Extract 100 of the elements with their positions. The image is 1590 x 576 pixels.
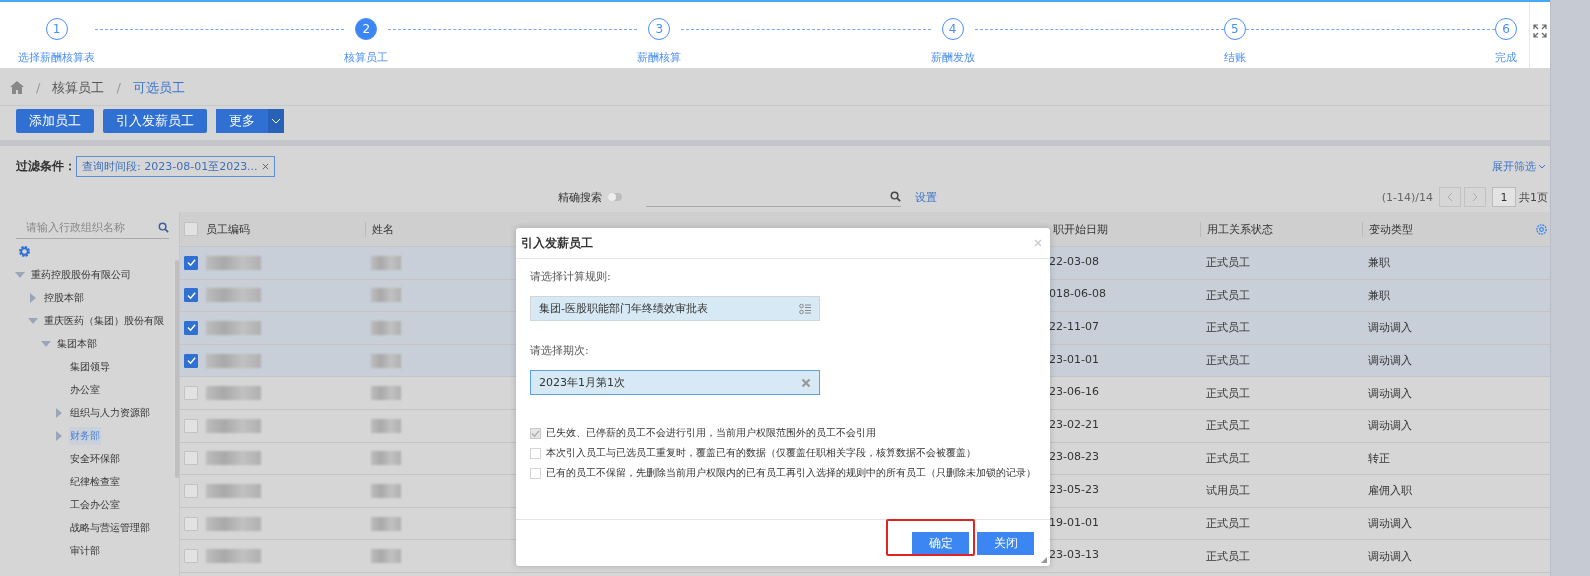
rule-select-field[interactable]: 集团-医股职能部门年终绩效审批表 [530,296,820,321]
blurred-text [206,483,261,498]
select-all-checkbox[interactable] [184,222,198,236]
blurred-text [371,516,401,531]
filter-chip[interactable]: 查询时间段: 2023-08-01至2023... [76,155,275,177]
tree-item[interactable]: 集团本部 [56,334,98,353]
collapsed-arrow-icon[interactable] [54,407,64,418]
search-icon[interactable] [158,221,169,233]
resize-grip-icon[interactable] [1041,557,1047,563]
table-cell: 23-01-01 [1049,352,1099,366]
step-label: 完成 [1495,50,1517,65]
next-page-button[interactable] [1464,187,1486,207]
expanded-arrow-icon[interactable] [15,269,25,280]
table-cell-text: 正式员工 [1205,287,1251,303]
blurred-text [206,255,261,270]
table-cell-text: 调动调入 [1367,418,1413,434]
toolbar-button[interactable]: 添加员工 [16,109,94,133]
table-cell: 018-06-08 [1049,287,1106,301]
row-checkbox[interactable] [184,321,198,335]
row-checkbox[interactable] [184,418,198,433]
more-button[interactable]: 更多 [216,109,268,133]
exact-search-label: 精确搜索 [558,189,602,205]
tree-item[interactable]: 组织与人力资源部 [69,403,151,422]
tree-item[interactable]: 控股本部 [43,288,85,307]
expanded-arrow-icon[interactable] [41,338,51,349]
chevron-right-icon[interactable] [1472,192,1478,202]
tree-item[interactable]: 集团领导 [69,357,111,376]
tree-item[interactable]: 重庆医药（集团）股份有限 [43,311,165,330]
tree-item[interactable]: 安全环保部 [69,449,121,468]
search-icon[interactable] [890,191,901,202]
chevron-down-icon[interactable] [1538,163,1546,169]
table-cell-text: 调动调入 [1367,548,1413,564]
table-cell: 22-11-07 [1049,320,1099,333]
tree-item[interactable]: 战略与营运管理部 [69,518,151,537]
fullscreen-icon[interactable] [1533,24,1547,38]
blurred-text [206,386,261,401]
table-cell-text: 调动调入 [1367,320,1413,336]
tree-item[interactable]: 纪律检查室 [69,472,121,491]
tree-item[interactable]: 重药控股股份有限公司 [30,265,132,284]
tree-item[interactable]: 工会办公室 [69,495,121,514]
caret-icon[interactable] [271,118,281,124]
table-cell-text: 正式员工 [1205,255,1251,271]
toolbar-button[interactable]: 引入发薪员工 [103,109,207,133]
close-button[interactable]: 关闭 [977,531,1034,555]
table-cell-text: 试用员工 [1205,483,1251,499]
collapsed-arrow-icon[interactable] [54,430,64,441]
blurred-text [206,353,261,368]
home-icon[interactable] [10,81,24,94]
row-checkbox[interactable] [184,255,198,270]
filter-label: 过滤条件： [16,157,76,175]
table-cell: 23-08-23 [1049,450,1099,464]
option-checkbox[interactable] [530,447,541,459]
table-cell-text: 调动调入 [1367,516,1413,532]
table-cell: 22-03-08 [1049,254,1099,268]
dropdown-caret-button[interactable] [268,109,284,133]
blurred-text [371,483,401,498]
blurred-text [371,321,401,335]
table-cell-text: 正式员工 [1205,450,1251,466]
chevron-left-icon[interactable] [1447,192,1453,202]
page-input[interactable]: 1 [1492,187,1516,207]
column-header[interactable]: 变动类型 [1362,221,1535,237]
blurred-text [371,418,401,433]
option-checkbox[interactable] [530,467,541,479]
table-cell-text: 正式员工 [1205,353,1251,369]
step-number[interactable]: 2 [355,18,378,40]
row-checkbox[interactable] [184,516,198,531]
blurred-text [206,549,261,564]
column-header[interactable]: 用工关系状态 [1200,221,1362,237]
blurred-text [206,418,261,433]
confirm-button[interactable]: 确定 [912,531,969,555]
settings-icon[interactable] [18,245,31,258]
row-checkbox[interactable] [184,288,198,303]
settings-icon[interactable] [1535,222,1548,236]
option-label: 本次引入员工与已选员工重复时，覆盖已有的数据（仅覆盖任职相关字段，核算数据不会被覆盖） [546,446,976,460]
close-icon[interactable] [261,162,269,170]
breadcrumb-item[interactable]: 核算员工 [52,78,105,97]
table-cell-text: 雇佣入职 [1367,483,1413,499]
period-select-field[interactable]: 2023年1月第1次 [530,370,820,395]
table-cell: 23-05-23 [1049,482,1099,496]
previous-page-button[interactable] [1439,187,1461,207]
page-range: (1-14)/14 [1381,190,1433,204]
list-icon[interactable] [799,302,811,315]
tree-item[interactable]: 办公室 [69,380,101,399]
row-checkbox[interactable] [184,549,198,564]
expanded-arrow-icon[interactable] [28,315,38,326]
row-checkbox[interactable] [184,451,198,466]
table-cell-text: 调动调入 [1367,385,1413,401]
table-cell-text: 兼职 [1367,255,1391,271]
page-total: 共1页 [1519,189,1548,205]
collapsed-arrow-icon[interactable] [28,292,38,303]
exact-search-toggle[interactable] [608,193,622,201]
column-header[interactable]: 职开始日期 [1053,221,1108,237]
step-label: 结账 [1223,50,1246,65]
tree-item[interactable]: 审计部 [69,541,101,560]
row-checkbox[interactable] [184,386,198,401]
row-checkbox[interactable] [184,353,198,368]
step-label: 核算员工 [344,50,389,65]
column-header[interactable]: 员工编码 [200,221,365,237]
row-checkbox[interactable] [184,483,198,498]
clear-icon[interactable] [801,377,811,388]
